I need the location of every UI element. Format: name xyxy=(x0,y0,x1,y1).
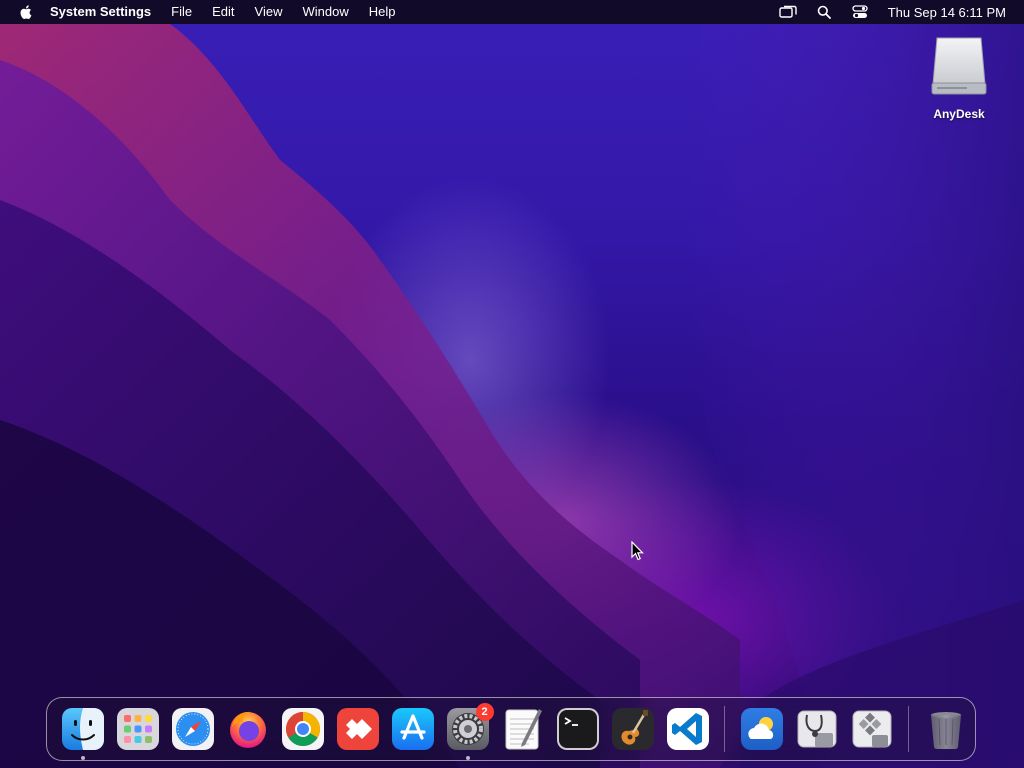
dock-item-anydesk[interactable] xyxy=(336,707,380,751)
dock-item-boot-camp[interactable] xyxy=(850,707,894,751)
menu-window[interactable]: Window xyxy=(292,0,358,24)
desktop-icon-label: AnyDesk xyxy=(933,107,985,121)
dock-item-garageband[interactable] xyxy=(611,707,655,751)
desktop-icon-anydesk[interactable]: AnyDesk xyxy=(918,34,1000,121)
dock-item-textedit[interactable] xyxy=(501,707,545,751)
textedit-icon xyxy=(505,709,542,750)
app-store-icon xyxy=(391,708,434,750)
boot-camp-icon xyxy=(852,710,891,748)
dock-item-system-settings[interactable]: 2 xyxy=(446,703,494,760)
weather-icon xyxy=(740,708,783,750)
trash-icon xyxy=(930,712,961,750)
running-indicator xyxy=(465,756,470,760)
running-indicator xyxy=(80,756,85,760)
dock-item-finder[interactable] xyxy=(61,707,105,760)
disk-utility-icon xyxy=(797,710,836,748)
desktop-wallpaper xyxy=(0,0,1024,768)
dock-item-launchpad[interactable] xyxy=(116,707,160,751)
guitar-icon xyxy=(611,708,654,750)
dock-separator xyxy=(908,706,909,752)
spotlight-search-icon[interactable] xyxy=(814,4,834,20)
terminal-icon xyxy=(556,708,599,750)
vscode-icon xyxy=(666,708,709,750)
launchpad-icon xyxy=(116,708,159,750)
dock: 2 xyxy=(46,697,976,761)
menu-app-name[interactable]: System Settings xyxy=(46,0,161,24)
dock-item-trash[interactable] xyxy=(924,707,968,751)
menu-view[interactable]: View xyxy=(245,0,293,24)
firefox-icon xyxy=(229,711,266,748)
dock-separator xyxy=(724,706,725,752)
chrome-icon xyxy=(281,708,324,750)
dock-item-terminal[interactable] xyxy=(556,707,600,751)
hard-drive-icon xyxy=(931,37,987,95)
dock-item-vscode[interactable] xyxy=(666,707,710,751)
menu-edit[interactable]: Edit xyxy=(202,0,244,24)
menu-bar: System Settings File Edit View Window He… xyxy=(0,0,1024,24)
menu-help[interactable]: Help xyxy=(359,0,406,24)
apple-logo-icon[interactable] xyxy=(18,4,32,20)
dock-item-weather[interactable] xyxy=(740,707,784,751)
menu-clock[interactable]: Thu Sep 14 6:11 PM xyxy=(878,5,1012,20)
dock-item-app-store[interactable] xyxy=(391,707,435,751)
safari-icon xyxy=(171,708,214,750)
mouse-cursor-icon xyxy=(631,541,644,561)
screen-mirroring-icon[interactable] xyxy=(778,4,798,20)
anydesk-icon xyxy=(336,708,379,750)
finder-icon xyxy=(61,708,104,750)
control-center-icon[interactable] xyxy=(850,4,870,20)
dock-item-disk-utility[interactable] xyxy=(795,707,839,751)
menu-file[interactable]: File xyxy=(161,0,202,24)
dock-item-firefox[interactable] xyxy=(226,707,270,751)
notification-badge: 2 xyxy=(475,703,494,721)
dock-item-chrome[interactable] xyxy=(281,707,325,751)
dock-item-safari[interactable] xyxy=(171,707,215,751)
